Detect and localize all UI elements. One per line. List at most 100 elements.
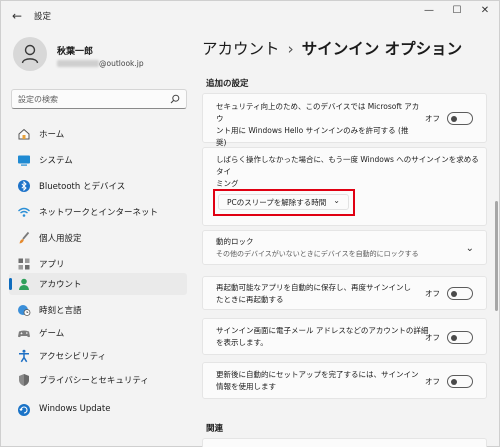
sidebar-item-accessibility[interactable]: アクセシビリティ [9, 345, 187, 367]
email-domain: @outlook.jp [99, 59, 144, 68]
sidebar-item-time-language[interactable]: 時刻と言語 [9, 299, 187, 321]
accessibility-icon [19, 349, 29, 363]
sidebar-item-label: プライバシーとセキュリティ [39, 376, 149, 386]
dropdown-selected-value: PCのスリープを解除する時間 [227, 198, 327, 207]
sidebar-item-personalization[interactable]: 個人用設定 [9, 227, 187, 249]
sidebar-item-system[interactable]: システム [9, 149, 187, 171]
setting-text-line: たときに再起動する [216, 295, 284, 304]
brush-icon [19, 231, 30, 244]
chevron-down-icon: ⌄ [333, 196, 340, 205]
sidebar-item-label: 個人用設定 [39, 234, 82, 244]
setting-description: しばらく操作しなかった場合に、もう一度 Windows へのサインインを求めるタ… [216, 154, 481, 190]
toggle-state-label: オフ [425, 377, 440, 386]
minimize-button[interactable]: — [415, 4, 443, 18]
sidebar-item-gaming[interactable]: ゲーム [9, 322, 187, 344]
sidebar-item-label: アカウント [39, 280, 82, 290]
setting-text-line: ント用に Windows Hello サインインのみを許可する (推 [216, 126, 409, 135]
close-button[interactable]: ✕ [471, 4, 499, 18]
title-bar: ← 設定 — ☐ ✕ [1, 1, 500, 31]
sidebar-item-label: 時刻と言語 [39, 306, 82, 316]
home-icon [18, 128, 30, 140]
setting-text-line: 再起動可能なアプリを自動的に保存し、再度サインインし [216, 283, 411, 292]
toggle-knob [451, 378, 457, 385]
avatar[interactable] [13, 37, 47, 71]
require-signin-dropdown[interactable]: PCのスリープを解除する時間 ⌄ [218, 194, 349, 210]
setting-text-line: を表示します。 [216, 338, 268, 347]
system-icon [18, 155, 30, 166]
sidebar-item-label: ネットワークとインターネット [39, 208, 159, 218]
search-input[interactable]: 設定の検索 [11, 89, 187, 109]
setting-card-restart-apps: 再起動可能なアプリを自動的に保存し、再度サインインし たときに再起動する オフ [202, 276, 487, 310]
setting-card-require-signin: しばらく操作しなかった場合に、もう一度 Windows へのサインインを求めるタ… [202, 147, 487, 226]
maximize-button[interactable]: ☐ [443, 4, 471, 18]
restart-apps-toggle[interactable] [447, 287, 473, 300]
section-title-additional: 追加の設定 [206, 79, 249, 89]
sidebar-item-accounts[interactable]: アカウント [9, 273, 187, 295]
sidebar-item-windows-update[interactable]: Windows Update [9, 399, 187, 421]
setting-card-use-signin-info: 更新後に自動的にセットアップを完了するには、サインイン 情報を使用します オフ [202, 362, 487, 399]
section-title-related: 関連 [206, 424, 224, 434]
back-arrow-icon[interactable]: ← [9, 8, 25, 24]
search-icon [170, 94, 180, 104]
apps-icon [18, 258, 30, 270]
related-card[interactable] [202, 438, 487, 447]
email-redacted [57, 60, 99, 67]
windows-update-icon [18, 404, 30, 416]
user-icon [21, 44, 39, 64]
toggle-state-label: オフ [425, 114, 440, 123]
sidebar-item-network[interactable]: ネットワークとインターネット [9, 201, 187, 223]
page-title: アカウント › サインイン オプション [202, 37, 462, 59]
breadcrumb-separator: › [287, 40, 294, 58]
account-details-toggle[interactable] [447, 331, 473, 344]
active-indicator [9, 278, 12, 290]
bluetooth-icon [18, 180, 30, 192]
toggle-knob [451, 115, 457, 122]
toggle-knob [451, 290, 457, 297]
sidebar-item-home[interactable]: ホーム [9, 123, 187, 145]
setting-card-dynamic-lock[interactable]: 動的ロック その他のデバイスがいないときにデバイスを自動的にロックする ⌄ [202, 230, 487, 265]
toggle-knob [451, 334, 457, 341]
setting-card-hello-only: セキュリティ向上のため、このデバイスでは Microsoft アカウ ント用に … [202, 93, 487, 147]
setting-text-line: サインイン画面に電子メール アドレスなどのアカウントの詳細 [216, 326, 429, 335]
setting-description: 再起動可能なアプリを自動的に保存し、再度サインインし たときに再起動する [216, 282, 426, 306]
sidebar-item-label: アクセシビリティ [39, 352, 107, 362]
setting-card-account-details: サインイン画面に電子メール アドレスなどのアカウントの詳細 を表示します。 オフ [202, 318, 487, 355]
sidebar-item-label: Windows Update [39, 404, 111, 414]
sidebar-item-bluetooth[interactable]: Bluetooth とデバイス [9, 175, 187, 197]
setting-description: 動的ロック その他のデバイスがいないときにデバイスを自動的にロックする [216, 236, 456, 260]
chevron-down-icon[interactable]: ⌄ [466, 243, 474, 254]
sidebar-item-label: ゲーム [39, 329, 65, 339]
setting-subtitle: その他のデバイスがいないときにデバイスを自動的にロックする [216, 250, 419, 258]
toggle-state-label: オフ [425, 333, 440, 342]
setting-text-line: セキュリティ向上のため、このデバイスでは Microsoft アカウ [216, 102, 420, 123]
breadcrumb-current: サインイン オプション [301, 40, 463, 58]
time-language-icon [18, 305, 31, 316]
settings-window: ← 設定 — ☐ ✕ 秋葉一郎 @outlook.jp 設定の検索 ホーム シス… [0, 0, 500, 447]
use-signin-info-toggle[interactable] [447, 375, 473, 388]
shield-icon [19, 374, 29, 386]
hello-only-toggle[interactable] [447, 112, 473, 125]
sidebar-item-label: アプリ [39, 260, 65, 270]
setting-description: 更新後に自動的にセットアップを完了するには、サインイン 情報を使用します [216, 369, 428, 393]
breadcrumb-parent[interactable]: アカウント [202, 40, 280, 58]
setting-title: 動的ロック [216, 237, 254, 246]
setting-text-line: 情報を使用します [216, 382, 276, 391]
sidebar-item-privacy-security[interactable]: プライバシーとセキュリティ [9, 369, 187, 391]
user-email: @outlook.jp [57, 59, 144, 68]
setting-description: サインイン画面に電子メール アドレスなどのアカウントの詳細 を表示します。 [216, 325, 430, 349]
sidebar-item-label: ホーム [39, 130, 65, 140]
setting-text-line: しばらく操作しなかった場合に、もう一度 Windows へのサインインを求めるタ… [216, 155, 479, 176]
toggle-state-label: オフ [425, 289, 440, 298]
gaming-icon [18, 330, 30, 338]
setting-text-line: 更新後に自動的にセットアップを完了するには、サインイン [216, 370, 419, 379]
user-name: 秋葉一郎 [57, 47, 94, 57]
sidebar-item-label: Bluetooth とデバイス [39, 182, 126, 192]
sidebar-item-apps[interactable]: アプリ [9, 253, 187, 275]
scrollbar[interactable] [495, 201, 498, 311]
app-title: 設定 [34, 12, 52, 22]
sidebar-item-label: システム [39, 156, 73, 166]
highlight-frame: PCのスリープを解除する時間 ⌄ [213, 189, 355, 216]
account-icon [19, 278, 29, 290]
search-placeholder: 設定の検索 [18, 95, 58, 104]
setting-description: セキュリティ向上のため、このデバイスでは Microsoft アカウ ント用に … [216, 101, 426, 149]
